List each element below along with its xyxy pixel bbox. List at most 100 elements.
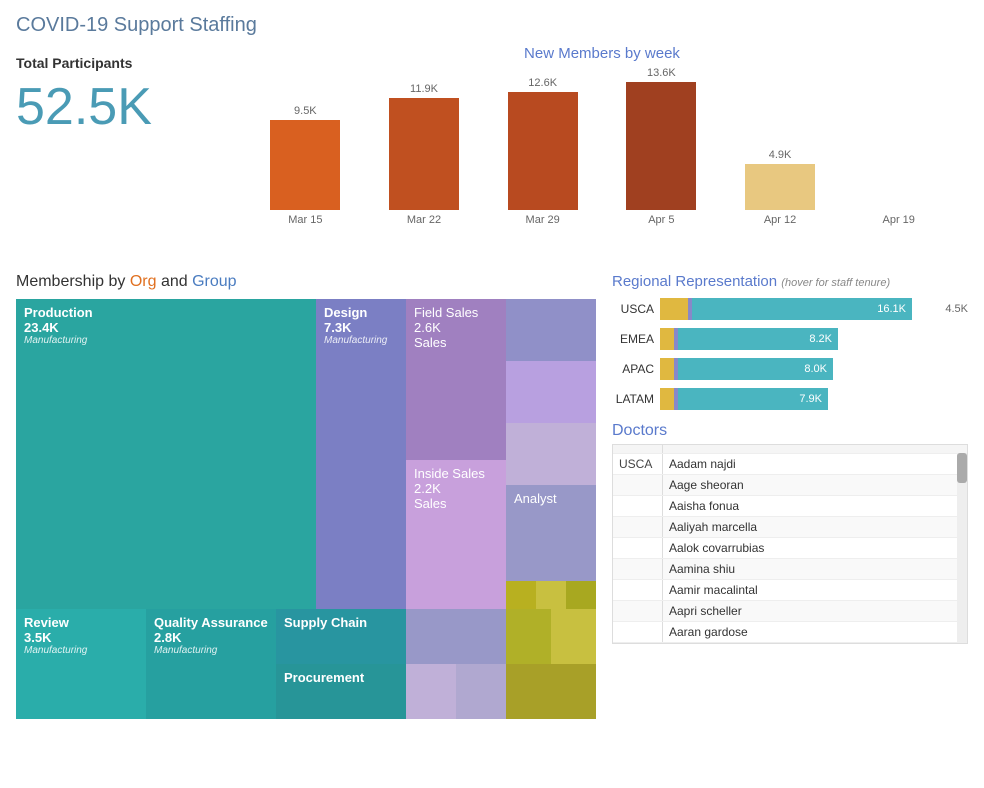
doctors-row[interactable]: Aaraon roosevelt	[613, 642, 967, 643]
bar-rect-4	[745, 164, 815, 210]
review-value: 3.5K	[24, 630, 138, 645]
bar-rect-1	[389, 98, 459, 210]
bar-value-1: 11.9K	[410, 83, 438, 95]
dr-region	[613, 601, 663, 621]
doctors-row[interactable]: Aapri scheller	[613, 600, 967, 621]
dr-name: Aaisha fonua	[663, 496, 967, 516]
region-label-apac: APAC	[612, 362, 654, 376]
total-participants-label: Total Participants	[16, 55, 216, 71]
bottom-sub2	[456, 664, 506, 719]
dr-name: Aadam najdi	[663, 454, 967, 474]
regional-hint: (hover for staff tenure)	[781, 277, 890, 289]
doctors-row[interactable]: USCAAadam najdi	[613, 453, 967, 474]
bar-label-4: Apr 12	[764, 214, 796, 226]
treemap-extra-col: Analyst	[506, 299, 596, 609]
region-bar-latam: 7.9K	[660, 388, 940, 410]
treemap-supply-procurement: Supply Chain Procurement	[276, 609, 406, 719]
inside-sales-name: Inside Sales	[414, 466, 498, 481]
production-sub: Manufacturing	[24, 335, 308, 346]
field-sales-name: Field Sales	[414, 305, 498, 320]
right-panel: Regional Representation (hover for staff…	[612, 273, 968, 719]
bar-group-2: 12.6K Mar 29	[483, 77, 602, 226]
dr-name: Aamina shiu	[663, 559, 967, 579]
review-sub: Manufacturing	[24, 645, 138, 656]
dr-name: Aaliyah marcella	[663, 517, 967, 537]
treemap: Production 23.4K Manufacturing Design 7.…	[16, 299, 596, 719]
treemap-production: Production 23.4K Manufacturing	[16, 299, 316, 609]
treemap-bottom: Review 3.5K Manufacturing Quality Assura…	[16, 609, 596, 719]
tm-bt3	[566, 581, 596, 609]
bottom-right-top	[506, 609, 596, 664]
region-bar-apac: 8.0K	[660, 358, 940, 380]
doctors-scrollbar-thumb[interactable]	[957, 453, 967, 483]
doctors-header-name	[663, 445, 967, 453]
treemap-supply-chain: Supply Chain	[276, 609, 406, 664]
usca-value2: 16.1K	[877, 303, 906, 315]
field-sales-value: 2.6K	[414, 320, 498, 335]
membership-section-title: Membership by Org and Group	[16, 273, 596, 291]
treemap-qa: Quality Assurance 2.8K Manufacturing	[146, 609, 276, 719]
bar-chart-title: New Members by week	[236, 45, 968, 62]
latam-bar1	[660, 388, 674, 410]
doctors-header-region	[613, 445, 663, 453]
dr-name: Aalok covarrubias	[663, 538, 967, 558]
bar-label-3: Apr 5	[648, 214, 674, 226]
region-bar-usca: 16.1K	[660, 298, 935, 320]
left-panel: Membership by Org and Group Production 2…	[16, 273, 596, 719]
bar-group-1: 11.9KMar 22	[365, 83, 484, 226]
region-row-usca: USCA 16.1K 4.5K	[612, 298, 968, 320]
bar-group-0: 9.5KMar 15	[246, 105, 365, 226]
tm-bottom-tiny	[506, 581, 596, 609]
design-name: Design	[324, 305, 398, 320]
treemap-inside-sales: Inside Sales 2.2K Sales	[406, 460, 506, 609]
supply-name: Supply Chain	[284, 615, 398, 630]
membership-org: Org	[130, 273, 157, 290]
total-participants-panel: Total Participants 52.5K	[16, 45, 216, 265]
membership-group: Group	[192, 273, 236, 290]
regional-title-text: Regional Representation	[612, 273, 777, 290]
treemap-field-sales: Field Sales 2.6K Sales	[406, 299, 506, 460]
qa-sub: Manufacturing	[154, 645, 268, 656]
doctors-row[interactable]: Aaran gardose	[613, 621, 967, 642]
doctors-row[interactable]: Aage sheoran	[613, 474, 967, 495]
dr-region	[613, 622, 663, 642]
bar-label-2: Mar 29	[526, 214, 560, 226]
field-sales-sub: Sales	[414, 335, 498, 350]
doctors-list: USCAAadam najdiAage sheoranAaisha fonuaA…	[613, 453, 967, 643]
latam-bar2: 7.9K	[678, 388, 828, 410]
bar-label-5: Apr 19	[882, 214, 914, 226]
bar-chart-container: 9.5KMar 1511.9KMar 22 12.6K Mar 29 13.6K Apr…	[236, 66, 968, 226]
dr-region	[613, 517, 663, 537]
bar-rect-0	[270, 120, 340, 210]
doctors-row[interactable]: Aamir macalintal	[613, 579, 967, 600]
emea-value: 8.2K	[809, 333, 832, 345]
bar-rect-3	[626, 82, 696, 210]
bar-value-3: 13.6K	[647, 67, 676, 79]
bar-group-5: Apr 19	[839, 207, 958, 226]
apac-bar1	[660, 358, 674, 380]
production-value: 23.4K	[24, 320, 308, 335]
doctors-row[interactable]: Aalok covarrubias	[613, 537, 967, 558]
treemap-procurement: Procurement	[276, 664, 406, 719]
bottom-extra-1	[406, 609, 506, 664]
region-row-apac: APAC 8.0K	[612, 358, 968, 380]
region-label-usca: USCA	[612, 302, 654, 316]
treemap-analyst: Analyst	[506, 485, 596, 581]
bottom-extra	[406, 609, 506, 719]
doctors-row[interactable]: Aamina shiu	[613, 558, 967, 579]
apac-bar2: 8.0K	[678, 358, 833, 380]
usca-value1: 4.5K	[945, 303, 968, 315]
dr-region	[613, 580, 663, 600]
bar-group-4: 4.9KApr 12	[721, 149, 840, 226]
region-label-emea: EMEA	[612, 332, 654, 346]
doctors-scrollbar[interactable]	[957, 453, 967, 643]
doctors-row[interactable]: Aaisha fonua	[613, 495, 967, 516]
top-section: Total Participants 52.5K New Members by …	[0, 45, 984, 265]
bottom-right-extra	[506, 609, 596, 719]
bar-value-2: 12.6K	[528, 77, 557, 89]
emea-bar2: 8.2K	[678, 328, 838, 350]
tm-bt1	[506, 581, 536, 609]
doctors-section: Doctors USCAAadam najdiAage sheoranAaish…	[612, 422, 968, 644]
dr-name: Aapri scheller	[663, 601, 967, 621]
doctors-row[interactable]: Aaliyah marcella	[613, 516, 967, 537]
